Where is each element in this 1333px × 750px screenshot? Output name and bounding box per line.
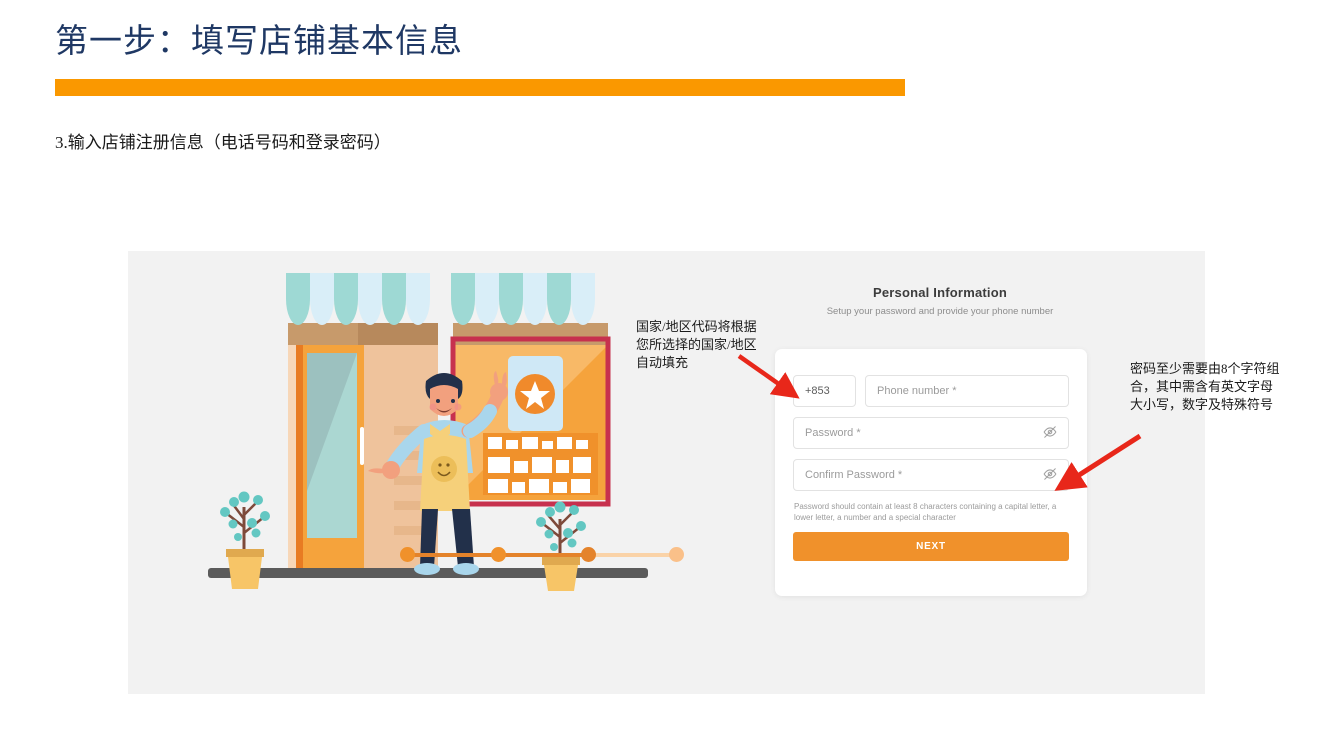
- password-row: Password *: [793, 417, 1069, 449]
- form-subheading: Setup your password and provide your pho…: [826, 306, 1054, 317]
- password-placeholder: Password *: [805, 427, 861, 439]
- form-header-block: Personal Information Setup your password…: [775, 285, 1105, 317]
- registration-card: +853 Phone number * Password * Confirm P…: [775, 349, 1087, 596]
- password-requirements-text: Password should contain at least 8 chara…: [794, 502, 1057, 522]
- onboarding-steps: [400, 547, 684, 563]
- step-dot-4[interactable]: [669, 547, 684, 562]
- country-code-value: +853: [805, 385, 830, 397]
- step-dot-1[interactable]: [400, 547, 415, 562]
- awning-right: [451, 273, 609, 325]
- eye-off-icon[interactable]: [1043, 425, 1057, 442]
- phone-number-input[interactable]: Phone number *: [865, 375, 1069, 407]
- step-dot-3[interactable]: [581, 547, 596, 562]
- country-code-select[interactable]: +853: [793, 375, 856, 407]
- confirm-password-placeholder: Confirm Password *: [805, 469, 903, 481]
- confirm-password-input[interactable]: Confirm Password *: [793, 459, 1069, 491]
- country-code-annotation: 国家/地区代码将根据 您所选择的国家/地区 自动填充: [636, 319, 757, 370]
- shop-owner-illustration: [208, 261, 684, 601]
- next-button[interactable]: NEXT: [793, 532, 1069, 561]
- phone-number-placeholder: Phone number *: [877, 385, 957, 397]
- title-underline-bar: [55, 79, 905, 96]
- form-heading: Personal Information: [872, 285, 1008, 300]
- page-title: 第一步：填写店铺基本信息: [55, 24, 463, 60]
- step-connector-todo: [588, 553, 676, 557]
- phone-row: +853 Phone number *: [793, 375, 1069, 407]
- eye-off-icon[interactable]: [1043, 467, 1057, 484]
- confirm-password-row: Confirm Password *: [793, 459, 1069, 491]
- step-instruction-text: 3.输入店铺注册信息（电话号码和登录密码）: [55, 133, 391, 152]
- step-dot-2[interactable]: [491, 547, 506, 562]
- awning-left: [286, 273, 438, 325]
- password-input[interactable]: Password *: [793, 417, 1069, 449]
- password-rule-annotation: 密码至少需要由8个字符组 合，其中需含有英文字母 大小写，数字及特殊符号: [1130, 361, 1280, 412]
